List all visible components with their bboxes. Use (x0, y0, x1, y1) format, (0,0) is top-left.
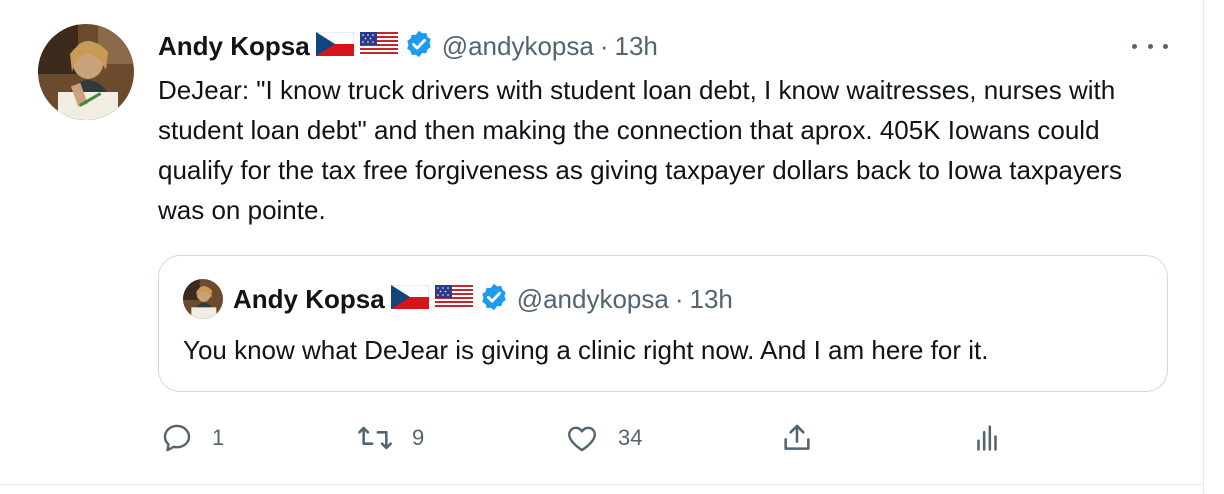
avatar[interactable] (38, 24, 134, 120)
analytics-icon (977, 425, 997, 451)
retweet-icon (358, 426, 392, 450)
like-count: 34 (618, 425, 643, 450)
divider (0, 484, 1204, 485)
quoted-avatar (183, 279, 223, 319)
quoted-timestamp: 13h (689, 283, 733, 314)
us-flag-icon (359, 31, 398, 61)
share-button[interactable] (780, 418, 814, 458)
retweet-button[interactable]: 9 (356, 418, 424, 458)
author-name[interactable]: Andy Kopsa (158, 31, 310, 62)
quoted-tweet-text: You know what DeJear is giving a clinic … (183, 335, 989, 365)
us-flag-icon (434, 284, 473, 314)
timestamp[interactable]: 13h (615, 31, 658, 62)
tweet-text: DeJear: "I know truck drivers with stude… (158, 75, 1122, 225)
tweet-header: Andy Kopsa @andykopsa · 13h (158, 28, 658, 64)
retweet-count: 9 (412, 425, 425, 450)
separator-dot: · (674, 283, 684, 314)
reply-icon (163, 424, 191, 452)
reply-count: 1 (212, 425, 225, 450)
quoted-author-name: Andy Kopsa (233, 283, 385, 314)
quoted-header: Andy Kopsa @andykopsa · 13h (233, 282, 733, 316)
verified-badge-icon (479, 282, 509, 317)
quoted-author-handle: @andykopsa (516, 283, 669, 314)
czech-flag-icon (315, 31, 355, 61)
like-button[interactable]: 34 (564, 418, 642, 458)
verified-badge-icon (404, 29, 434, 64)
analytics-button[interactable] (970, 418, 1004, 458)
separator-dot: · (599, 30, 609, 61)
czech-flag-icon (390, 284, 430, 314)
more-options-icon[interactable] (1132, 36, 1168, 56)
reply-button[interactable]: 1 (160, 418, 224, 458)
author-handle[interactable]: @andykopsa (442, 31, 594, 62)
quoted-tweet[interactable]: Andy Kopsa @andykopsa · 13h You know wha… (158, 255, 1168, 392)
share-icon (784, 424, 810, 450)
heart-icon (568, 426, 596, 452)
